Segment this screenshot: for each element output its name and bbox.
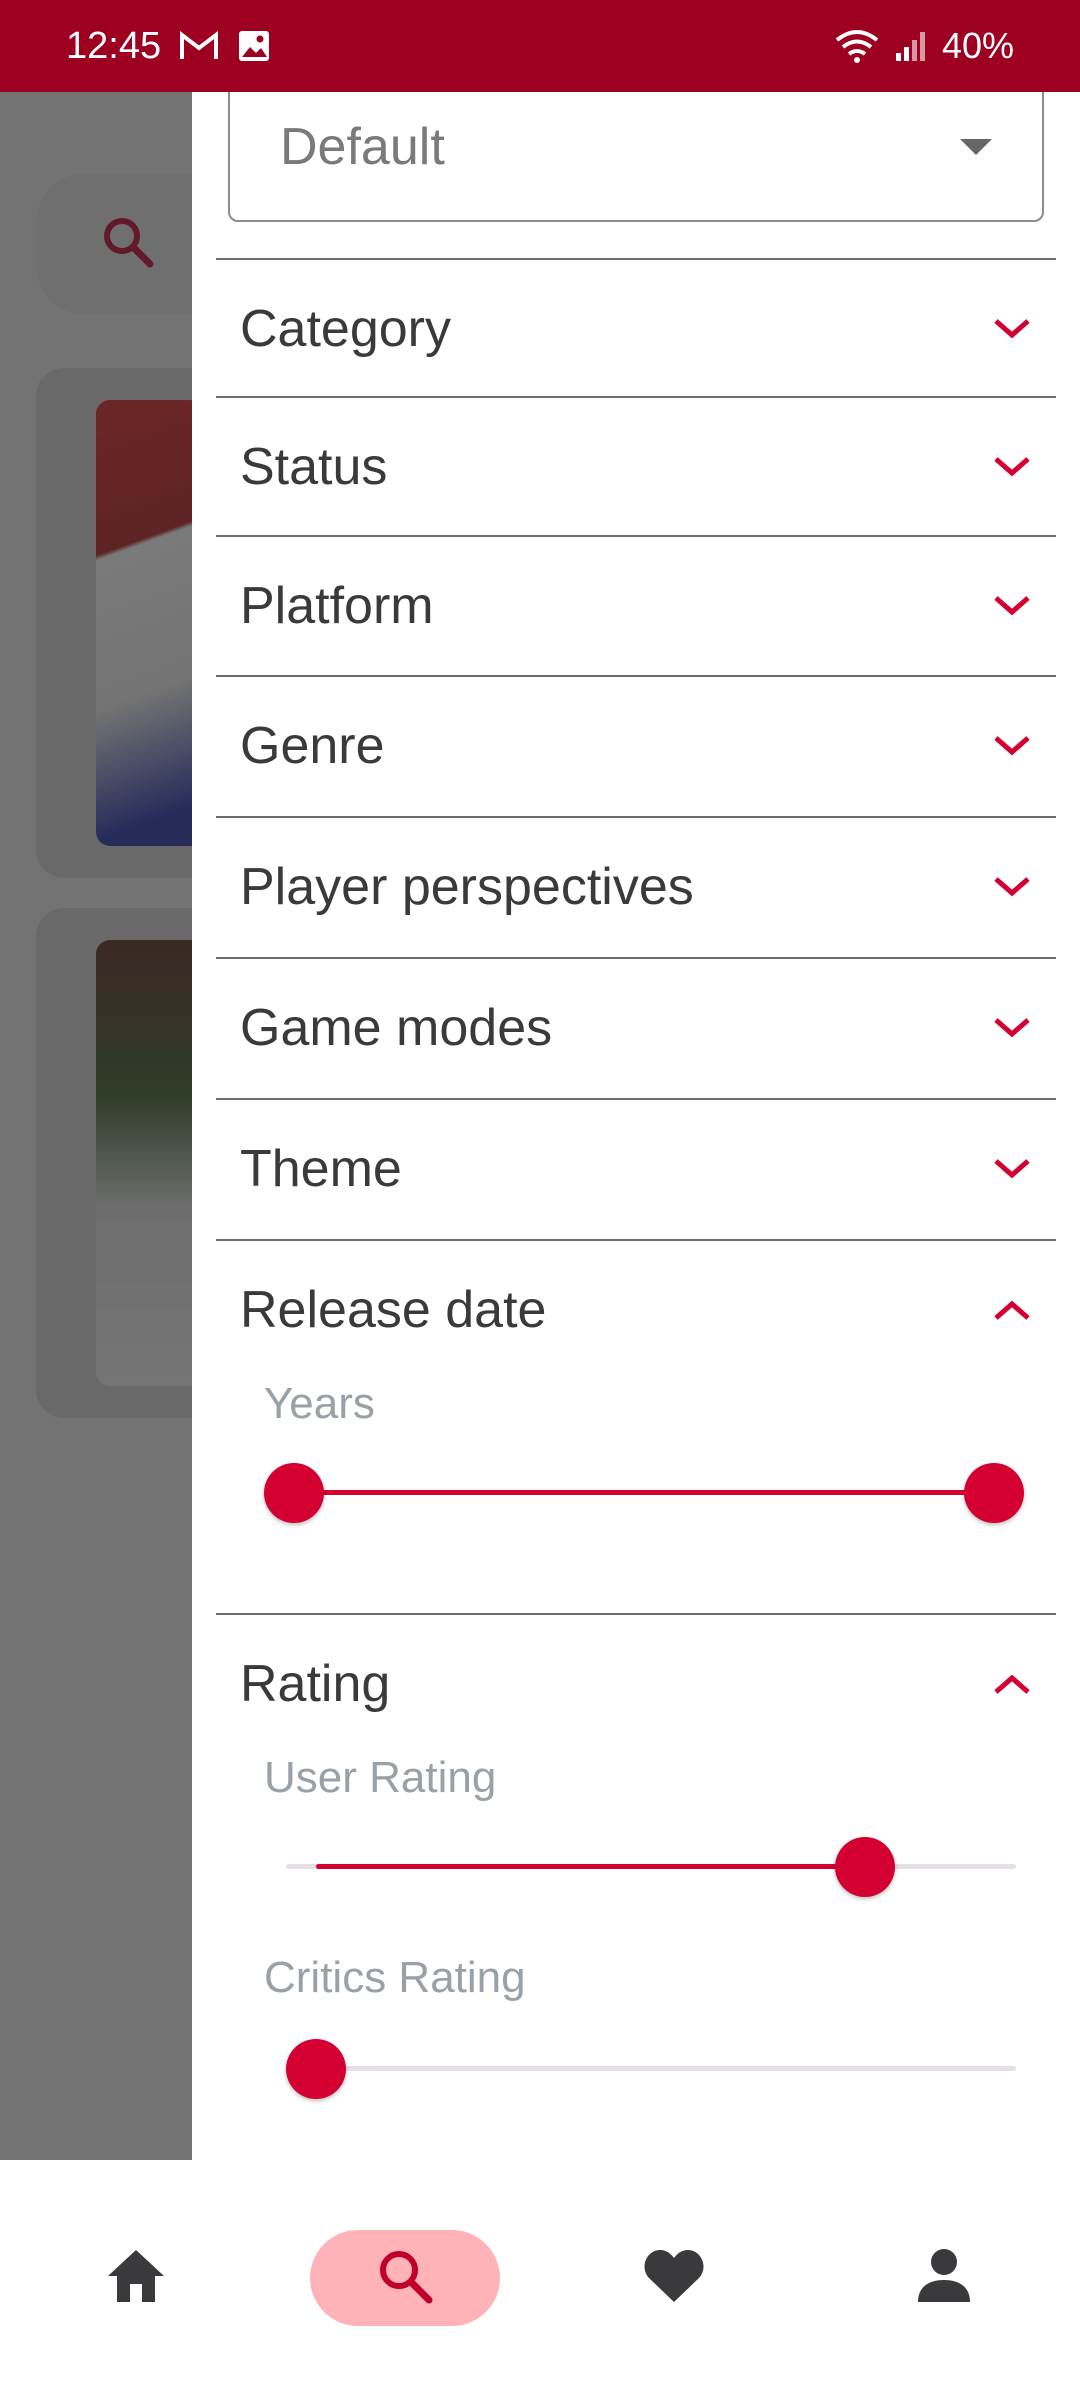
section-title: Rating [240, 1655, 391, 1713]
section-header[interactable]: Status [216, 398, 1056, 536]
chevron-down-icon [992, 1149, 1032, 1189]
section-header[interactable]: Release date [216, 1241, 1056, 1379]
section-header[interactable]: Game modes [216, 959, 1056, 1097]
status-bar: 12:45 40% [0, 0, 1080, 92]
slider-fill [316, 1864, 866, 1869]
filter-section-genre: Genre [216, 675, 1056, 815]
nav-search-button[interactable] [310, 2230, 500, 2326]
person-icon [916, 2246, 972, 2311]
battery-level: 40% [941, 25, 1014, 66]
filter-section-release-date: Release date Years [216, 1239, 1056, 1527]
section-title: Game modes [240, 999, 553, 1057]
years-end-handle[interactable] [964, 1463, 1024, 1523]
user-rating-slider[interactable] [286, 1831, 1016, 1901]
chevron-up-icon [992, 1290, 1032, 1330]
critics-rating-slider[interactable] [286, 2033, 1016, 2103]
section-header[interactable]: Genre [216, 677, 1056, 815]
critics-rating-label: Critics Rating [264, 1953, 526, 2002]
filter-drawer: Default Category Status Platform Genre P… [192, 92, 1080, 2160]
user-rating-label: User Rating [264, 1753, 497, 1802]
slider-fill [294, 1490, 994, 1495]
section-title: Status [240, 438, 388, 496]
home-icon [104, 2246, 168, 2311]
nav-profile-button[interactable] [890, 2230, 998, 2326]
section-title: Platform [240, 577, 434, 635]
gmail-icon [179, 31, 219, 61]
signal-icon [894, 29, 928, 63]
filter-section-game-modes: Game modes [216, 957, 1056, 1097]
section-title: Release date [240, 1281, 547, 1339]
chevron-down-icon [992, 309, 1032, 349]
critics-rating-handle[interactable] [286, 2039, 346, 2099]
image-icon [237, 29, 271, 63]
slider-track [286, 2066, 1016, 2071]
section-header[interactable]: Platform [216, 537, 1056, 675]
search-icon [375, 2246, 435, 2311]
status-right: 40% [834, 25, 1014, 67]
user-rating-handle[interactable] [835, 1837, 896, 1897]
filter-section-rating: Rating User Rating Critics Rating [216, 1613, 1056, 2103]
nav-favorites-button[interactable] [620, 2230, 728, 2326]
bottom-navigation [0, 2160, 1080, 2400]
status-left: 12:45 [66, 25, 271, 68]
chevron-down-icon [992, 586, 1032, 626]
section-header[interactable]: Theme [216, 1100, 1056, 1238]
status-time: 12:45 [66, 24, 162, 67]
years-label: Years [264, 1379, 375, 1428]
filter-section-theme: Theme [216, 1098, 1056, 1238]
section-header[interactable]: Category [216, 260, 1056, 398]
sort-value: Default [280, 118, 445, 176]
chevron-down-icon [992, 726, 1032, 766]
heart-icon [641, 2246, 707, 2311]
section-title: Theme [240, 1140, 402, 1198]
wifi-icon [834, 28, 880, 64]
filter-section-status: Status [216, 396, 1056, 536]
section-header[interactable]: Rating [216, 1615, 1056, 1753]
years-range-slider[interactable] [264, 1457, 1024, 1527]
section-header[interactable]: Player perspectives [216, 818, 1056, 956]
chevron-down-icon [992, 1008, 1032, 1048]
section-title: Category [240, 300, 451, 358]
chevron-up-icon [992, 1664, 1032, 1704]
filter-section-platform: Platform [216, 535, 1056, 675]
dropdown-arrow-icon [960, 139, 992, 155]
chevron-down-icon [992, 867, 1032, 907]
section-title: Genre [240, 717, 385, 775]
nav-home-button[interactable] [82, 2230, 190, 2326]
filter-section-player-perspectives: Player perspectives [216, 816, 1056, 956]
filter-section-category: Category [216, 258, 1056, 398]
chevron-down-icon [992, 447, 1032, 487]
years-start-handle[interactable] [264, 1463, 324, 1523]
sort-dropdown[interactable]: Default [228, 92, 1044, 222]
section-title: Player perspectives [240, 858, 694, 916]
